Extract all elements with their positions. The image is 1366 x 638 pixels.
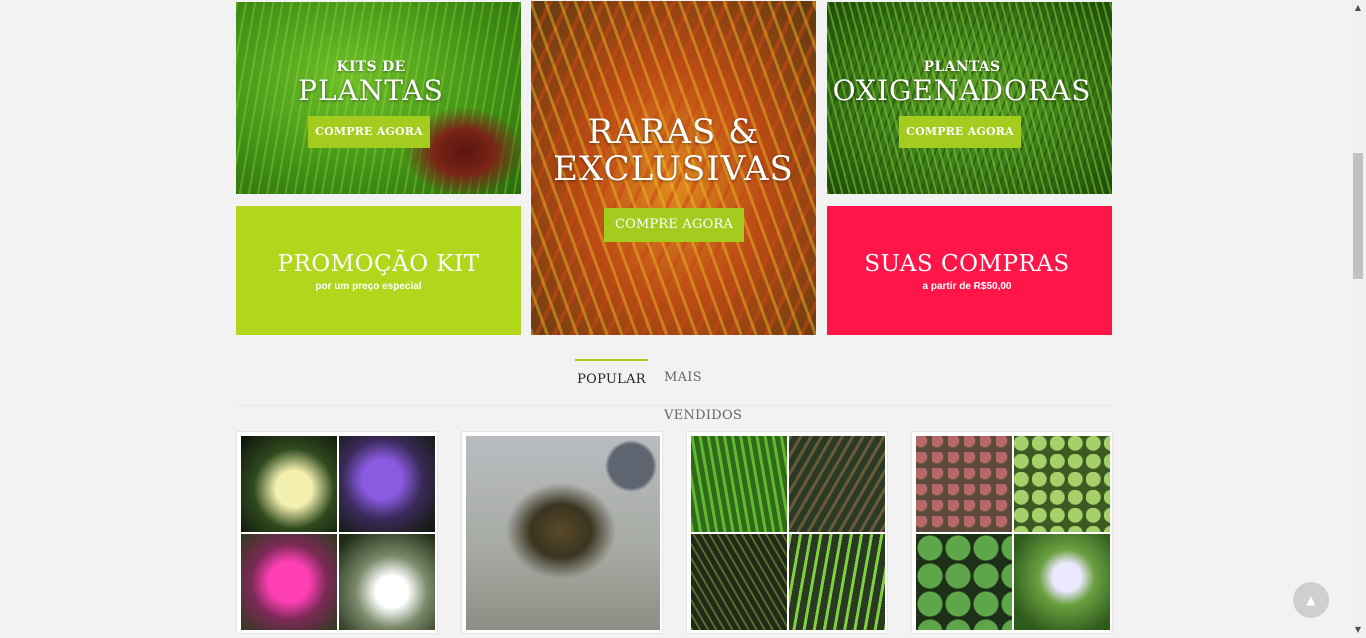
banner-raras-line2: EXCLUSIVAS (553, 149, 794, 189)
product-card-flutuantes[interactable] (911, 431, 1113, 634)
product-image[interactable] (466, 436, 660, 630)
page: KITS DE PLANTAS COMPRE AGORA RARAS & EXC… (0, 0, 1350, 638)
banner-oxigenadoras-big-title: OXIGENADORAS (832, 74, 1092, 107)
product-card-lirios[interactable] (236, 431, 438, 634)
product-image[interactable] (691, 436, 885, 630)
oxigenadoras-compre-agora-button[interactable]: COMPRE AGORA (899, 116, 1021, 148)
product-tabs: POPULAR MAIS VENDIDOS (236, 359, 1112, 423)
raras-compre-agora-button[interactable]: COMPRE AGORA (604, 208, 744, 242)
banner-oxigenadoras-small-title: PLANTAS (923, 59, 1001, 75)
chevron-up-icon: ▲ (1306, 593, 1316, 607)
kits-compre-agora-button[interactable]: COMPRE AGORA (308, 116, 430, 148)
tab-mais-vendidos[interactable]: MAIS VENDIDOS (664, 359, 774, 423)
banner-suas-compras[interactable]: SUAS COMPRAS a partir de R$50,00 (827, 206, 1112, 335)
product-image[interactable] (916, 436, 1110, 630)
promocao-title: PROMOÇÃO KIT (277, 251, 480, 277)
product-card-caramujo[interactable] (461, 431, 663, 634)
scroll-to-top-button[interactable]: ▲ (1293, 582, 1329, 618)
compras-title: SUAS COMPRAS (864, 251, 1070, 277)
product-image[interactable] (241, 436, 435, 630)
scrollbar[interactable]: ▲ ▼ (1350, 0, 1366, 638)
scroll-up-arrow-icon[interactable]: ▲ (1350, 0, 1366, 16)
banner-promocao-kit[interactable]: PROMOÇÃO KIT por um preço especial (236, 206, 521, 335)
banner-raras-line1: RARAS & (587, 112, 760, 152)
compras-subtitle: a partir de R$50,00 (922, 281, 1012, 292)
product-card-kit-plantas[interactable] (686, 431, 888, 634)
banner-kits-de-plantas[interactable]: KITS DE PLANTAS COMPRE AGORA (236, 2, 521, 194)
banner-kits-big-title: PLANTAS (298, 74, 444, 107)
banner-kits-small-title: KITS DE (336, 59, 406, 75)
scroll-down-arrow-icon[interactable]: ▼ (1350, 622, 1366, 638)
banner-raras-exclusivas[interactable]: RARAS & EXCLUSIVAS COMPRE AGORA (531, 1, 816, 335)
scrollbar-thumb[interactable] (1353, 153, 1363, 279)
banner-plantas-oxigenadoras[interactable]: PLANTAS OXIGENADORAS COMPRE AGORA (827, 2, 1112, 194)
promocao-subtitle: por um preço especial (315, 281, 422, 292)
tab-popular[interactable]: POPULAR (575, 359, 648, 399)
